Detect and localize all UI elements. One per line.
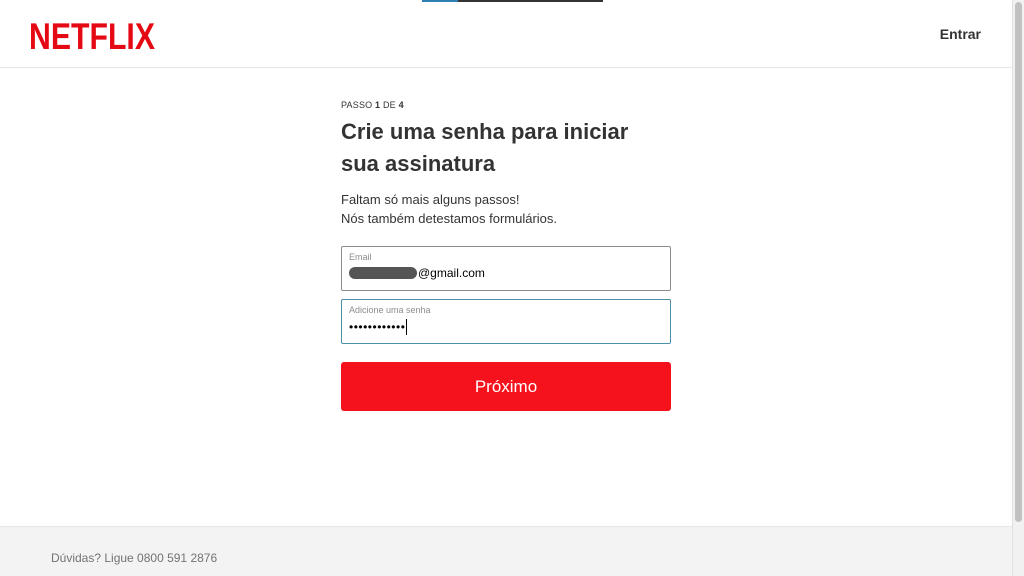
header: NETFLIX Entrar [0,0,1012,68]
step-prefix: PASSO [341,100,376,110]
next-button[interactable]: Próximo [341,362,671,411]
password-label: Adicione uma senha [349,305,431,315]
vertical-scrollbar[interactable] [1012,0,1024,576]
email-value[interactable]: @gmail.com [349,266,485,280]
step-indicator: PASSO 1 DE 4 [341,100,671,110]
email-label: Email [349,252,372,262]
footer: Dúvidas? Ligue 0800 591 2876 [0,526,1012,576]
subtitle-line-2: Nós também detestamos formulários. [341,211,558,226]
netflix-logo-icon: NETFLIX [29,16,155,57]
main-content: PASSO 1 DE 4 Crie uma senha para iniciar… [0,68,1012,526]
netflix-logo[interactable]: NETFLIX [29,14,157,59]
signup-form: PASSO 1 DE 4 Crie uma senha para iniciar… [341,100,671,411]
text-caret [406,319,408,335]
subtitle-line-1: Faltam só mais alguns passos! [341,192,520,207]
email-field[interactable]: Email @gmail.com [341,246,671,291]
step-total: 4 [398,100,404,110]
footer-phone: Dúvidas? Ligue 0800 591 2876 [51,551,218,565]
email-domain: @gmail.com [418,266,485,280]
redacted-text [349,267,417,279]
signin-link[interactable]: Entrar [940,26,981,42]
page-title: Crie uma senha para iniciar sua assinatu… [341,119,629,176]
logo-text: NETFLIX [29,16,155,54]
step-separator: DE [380,100,399,110]
password-dots: •••••••••••• [349,320,406,334]
password-field[interactable]: Adicione uma senha •••••••••••• [341,299,671,344]
subtitle: Faltam só mais alguns passos! Nós também… [341,190,671,228]
scrollbar-thumb[interactable] [1015,2,1022,522]
password-value[interactable]: •••••••••••• [349,319,408,335]
